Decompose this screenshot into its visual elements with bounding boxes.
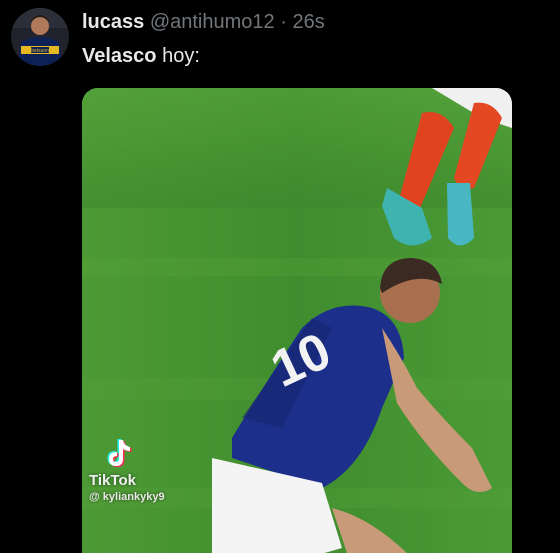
tweet-text-bold: Velasco xyxy=(82,45,157,67)
avatar-image: betsson xyxy=(11,8,69,66)
tiktok-icon xyxy=(107,439,132,467)
tiktok-brand: TikTok xyxy=(89,472,136,489)
svg-text:betsson: betsson xyxy=(31,48,49,54)
display-name[interactable]: lucass xyxy=(82,11,144,33)
header-separator: · xyxy=(280,11,287,33)
tweet-header: lucass @antihumo12 · 26s xyxy=(82,9,325,35)
tweet-timestamp[interactable]: 26s xyxy=(292,11,324,33)
tiktok-watermark: TikTok @ kyliankyky9 xyxy=(89,436,209,504)
media-video[interactable]: 10 TikTok @ kyliankyky9 xyxy=(82,88,512,553)
tweet[interactable]: betsson lucass @antihumo12 · 26s Velasco… xyxy=(0,0,560,553)
tweet-text: Velasco hoy: xyxy=(82,42,200,70)
user-handle[interactable]: @antihumo12 xyxy=(150,11,275,33)
avatar[interactable]: betsson xyxy=(11,8,69,66)
tweet-text-rest: hoy: xyxy=(156,45,200,67)
tiktok-username: @ kyliankyky9 xyxy=(89,491,165,503)
